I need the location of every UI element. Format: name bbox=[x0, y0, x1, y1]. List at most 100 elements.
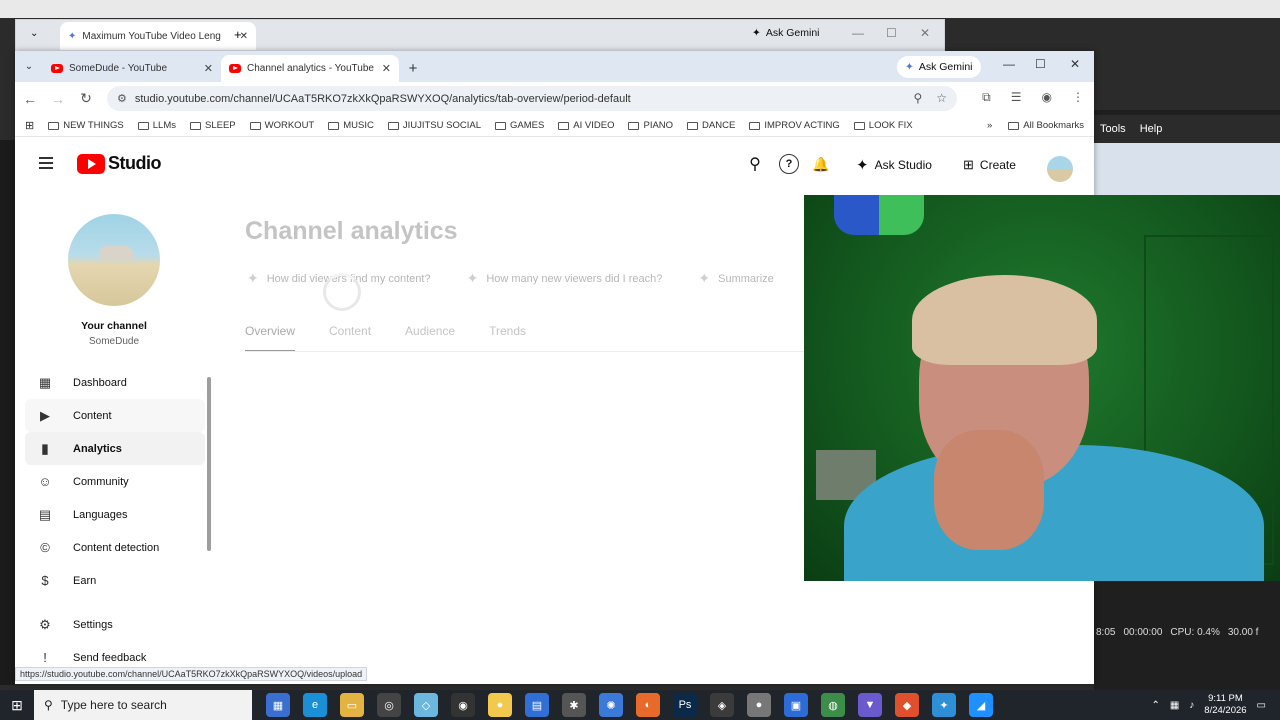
close-icon[interactable]: ✕ bbox=[1070, 57, 1080, 71]
chrome-app-icon[interactable]: ◍ bbox=[821, 693, 845, 717]
new-tab-icon[interactable]: + bbox=[234, 27, 242, 42]
studio-logo[interactable]: Studio bbox=[77, 153, 162, 174]
zoom-icon[interactable]: ⚲ bbox=[913, 91, 922, 105]
tab-search-icon[interactable]: ⌄ bbox=[15, 51, 43, 82]
site-info-icon[interactable]: ⚙ bbox=[117, 92, 127, 105]
tab-overview[interactable]: Overview bbox=[245, 324, 296, 352]
community-icon: ☺ bbox=[38, 474, 52, 489]
bookmark-label: IMPROV ACTING bbox=[764, 120, 840, 131]
close-icon[interactable]: ✕ bbox=[382, 62, 391, 75]
search-icon[interactable]: ⚲ bbox=[745, 154, 765, 174]
windows-start-icon[interactable]: ⊞ bbox=[0, 690, 34, 720]
tab-audience[interactable]: Audience bbox=[405, 324, 455, 352]
close-icon[interactable]: ✕ bbox=[920, 26, 930, 40]
tab-somedude[interactable]: SomeDude - YouTube ✕ bbox=[43, 55, 221, 82]
youtube-icon bbox=[229, 64, 241, 73]
more-bookmarks-icon[interactable]: » bbox=[987, 120, 992, 131]
brave-app-icon[interactable]: ◆ bbox=[895, 693, 919, 717]
bookmark-folder[interactable]: AI VIDEO bbox=[558, 120, 614, 131]
app-icon[interactable]: ◈ bbox=[710, 693, 734, 717]
app-icon[interactable]: ● bbox=[747, 693, 771, 717]
star-icon[interactable]: ☆ bbox=[936, 91, 947, 105]
bookmark-folder[interactable]: DANCE bbox=[687, 120, 735, 131]
reload-icon[interactable]: ↻ bbox=[79, 90, 93, 107]
sidebar-item-community[interactable]: ☺ Community bbox=[25, 465, 205, 498]
sidebar-item-settings[interactable]: ⚙ Settings bbox=[25, 608, 205, 641]
suggestion-chip[interactable]: ✦ How many new viewers did I reach? bbox=[467, 270, 663, 287]
bookmark-folder[interactable]: JIUJITSU SOCIAL bbox=[387, 120, 481, 131]
maximize-icon[interactable]: ☐ bbox=[1035, 57, 1046, 71]
menu-help[interactable]: Help bbox=[1140, 123, 1163, 135]
lightbulb-app-icon[interactable]: ● bbox=[488, 693, 512, 717]
bookmark-folder[interactable]: LOOK FIX bbox=[853, 120, 913, 131]
edge-app-icon[interactable]: e bbox=[303, 693, 327, 717]
taskbar-clock[interactable]: 9:11 PM 8/24/2026 bbox=[1204, 693, 1246, 717]
address-bar[interactable]: ⚙ studio.youtube.com/channel/UCAaT5RKO7z… bbox=[107, 86, 957, 111]
sidebar-item-analytics[interactable]: ▮ Analytics bbox=[25, 432, 205, 465]
help-icon[interactable]: ? bbox=[779, 154, 799, 174]
bookmark-folder[interactable]: MUSIC bbox=[328, 120, 374, 131]
bookmark-folder[interactable]: LLMs bbox=[137, 120, 176, 131]
sidebar-item-dashboard[interactable]: ▦ Dashboard bbox=[25, 366, 205, 399]
notifications-icon[interactable]: 🔔 bbox=[811, 154, 831, 174]
sidebar-item-content-detection[interactable]: © Content detection bbox=[25, 531, 205, 564]
profile-icon[interactable]: ◉ bbox=[1042, 90, 1052, 105]
bookmark-folder[interactable]: IMPROV ACTING bbox=[749, 120, 840, 131]
account-avatar[interactable] bbox=[1047, 156, 1073, 182]
hamburger-menu-icon[interactable] bbox=[39, 157, 53, 169]
back-tab[interactable]: ✦ Maximum YouTube Video Leng ✕ bbox=[60, 22, 256, 50]
close-icon[interactable]: ✕ bbox=[204, 62, 213, 75]
bookmark-folder[interactable]: SLEEP bbox=[189, 120, 236, 131]
obs-app-icon[interactable]: ◉ bbox=[451, 693, 475, 717]
calculator-app-icon[interactable]: ▦ bbox=[266, 693, 290, 717]
forward-icon[interactable]: → bbox=[51, 91, 65, 107]
minimize-icon[interactable]: — bbox=[1003, 57, 1015, 71]
ask-studio-button[interactable]: ✦ Ask Studio bbox=[846, 149, 942, 181]
sidebar-scrollbar[interactable] bbox=[207, 377, 211, 551]
app-icon[interactable]: ▣ bbox=[784, 693, 808, 717]
firefox-app-icon[interactable]: ◐ bbox=[636, 693, 660, 717]
photoshop-app-icon[interactable]: Ps bbox=[673, 693, 697, 717]
menu-tools[interactable]: Tools bbox=[1100, 123, 1126, 135]
suggestion-chip[interactable]: ✦ Summarize bbox=[698, 270, 773, 287]
ask-gemini-button[interactable]: ✦ Ask Gemini bbox=[897, 56, 981, 78]
notification-center-icon[interactable]: ▭ bbox=[1257, 700, 1266, 711]
bookmark-folder[interactable]: WORKOUT bbox=[249, 120, 314, 131]
channel-avatar[interactable] bbox=[68, 214, 160, 306]
bookmark-folder[interactable]: PIANO bbox=[628, 120, 673, 131]
docs-app-icon[interactable]: ▤ bbox=[525, 693, 549, 717]
chevron-down-icon[interactable]: ⌄ bbox=[30, 28, 38, 39]
taskbar-search[interactable]: ⚲ Type here to search bbox=[34, 690, 252, 720]
extensions-icon[interactable]: ⧉ bbox=[982, 90, 991, 105]
app-icon[interactable]: ◢ bbox=[969, 693, 993, 717]
app-icon[interactable]: ◇ bbox=[414, 693, 438, 717]
create-button[interactable]: ⊞ Create bbox=[953, 149, 1026, 181]
all-bookmarks[interactable]: All Bookmarks bbox=[1008, 120, 1084, 131]
sidebar-item-content[interactable]: ▶ Content bbox=[25, 399, 205, 432]
apps-icon[interactable]: ⊞ bbox=[25, 119, 34, 132]
tab-channel-analytics[interactable]: Channel analytics - YouTube St ✕ bbox=[221, 55, 399, 82]
media-icon[interactable]: ☰ bbox=[1011, 90, 1022, 105]
sidebar-item-languages[interactable]: ▤ Languages bbox=[25, 498, 205, 531]
menu-icon[interactable]: ⋮ bbox=[1072, 90, 1084, 105]
app-icon[interactable]: ✱ bbox=[562, 693, 586, 717]
sidebar-item-earn[interactable]: $ Earn bbox=[25, 564, 205, 597]
back-icon[interactable]: ← bbox=[23, 91, 37, 107]
back-gemini-button[interactable]: ✦ Ask Gemini bbox=[752, 27, 820, 39]
bookmark-folder[interactable]: GAMES bbox=[494, 120, 544, 131]
network-icon[interactable]: ▦ bbox=[1170, 700, 1179, 711]
app-icon[interactable]: ✦ bbox=[932, 693, 956, 717]
volume-icon[interactable]: ♪ bbox=[1189, 700, 1194, 711]
app-icon[interactable]: ▼ bbox=[858, 693, 882, 717]
bookmark-folder[interactable]: NEW THINGS bbox=[48, 120, 124, 131]
minimize-icon[interactable]: — bbox=[852, 26, 864, 40]
new-tab-icon[interactable]: + bbox=[399, 55, 427, 82]
tab-content[interactable]: Content bbox=[329, 324, 371, 352]
app-icon[interactable]: ◎ bbox=[377, 693, 401, 717]
folder-icon bbox=[628, 121, 640, 130]
tab-trends[interactable]: Trends bbox=[489, 324, 526, 352]
chevron-up-icon[interactable]: ⌃ bbox=[1151, 700, 1159, 711]
maximize-icon[interactable]: ☐ bbox=[886, 26, 897, 40]
file-explorer-icon[interactable]: ▭ bbox=[340, 693, 364, 717]
app-icon[interactable]: ✺ bbox=[599, 693, 623, 717]
